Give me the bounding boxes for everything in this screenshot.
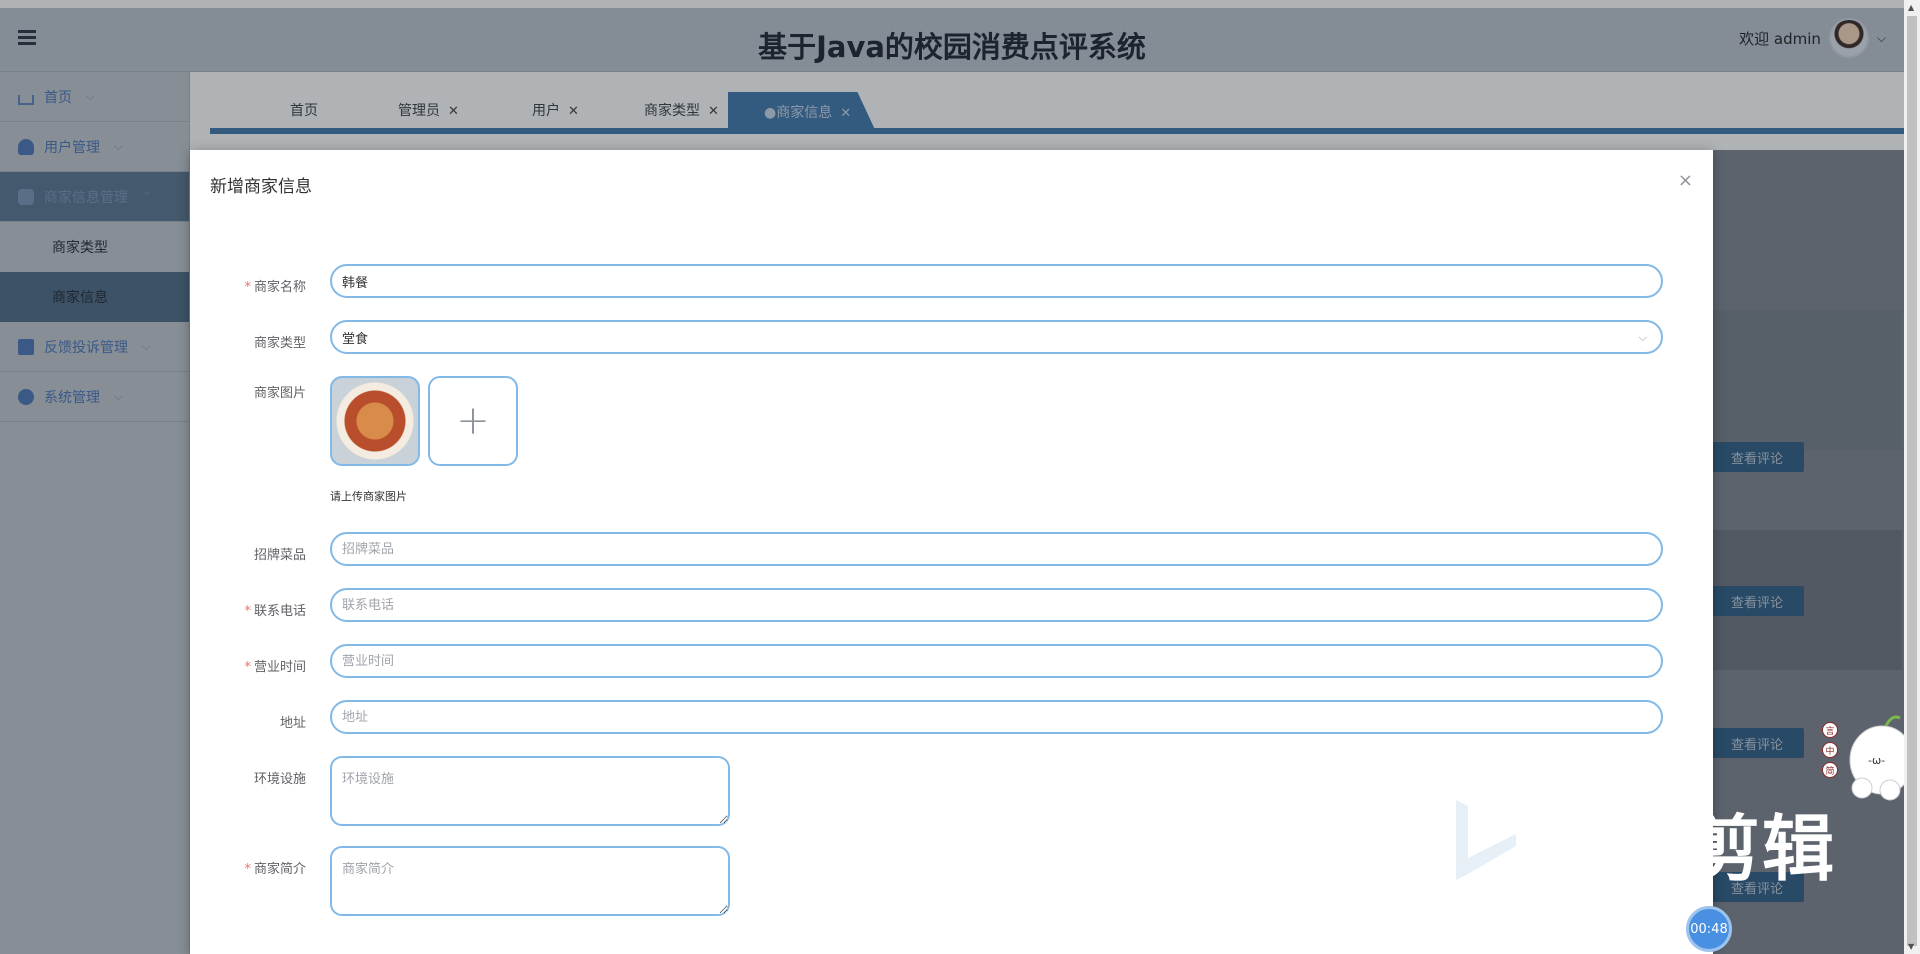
upload-hint: 请上传商家图片: [330, 490, 407, 503]
scroll-thumb[interactable]: [1907, 16, 1917, 946]
address-field[interactable]: [342, 709, 1651, 725]
business-hours-field[interactable]: [342, 653, 1651, 669]
merchant-name-field[interactable]: [342, 273, 1651, 289]
selected-value: 堂食: [342, 331, 369, 347]
page-scrollbar[interactable]: ▲ ▼: [1904, 0, 1920, 954]
field-label: 环境设施: [253, 772, 306, 787]
field-label: 地址: [279, 716, 306, 731]
dialog-title: 新增商家信息: [210, 177, 312, 197]
upload-add-button[interactable]: +: [428, 376, 518, 466]
phone-input[interactable]: [330, 588, 1663, 622]
field-label: 商家图片: [253, 386, 306, 401]
chevron-down-icon: ⌵: [1638, 331, 1647, 344]
floating-tools[interactable]: 言 中 简: [1822, 722, 1838, 778]
field-label: * 营业时间: [244, 660, 306, 675]
field-label: * 联系电话: [244, 604, 306, 619]
field-label: 商家类型: [253, 336, 306, 351]
recording-timer[interactable]: 00:48: [1686, 906, 1732, 952]
business-hours-input[interactable]: [330, 644, 1663, 678]
signature-dish-field[interactable]: [342, 541, 1651, 557]
merchant-name-input[interactable]: [330, 264, 1663, 298]
facilities-textarea[interactable]: [330, 756, 730, 826]
tool-button[interactable]: 中: [1822, 742, 1838, 758]
signature-dish-input[interactable]: [330, 532, 1663, 566]
svg-text:-ω-: -ω-: [1868, 754, 1885, 767]
intro-textarea[interactable]: [330, 846, 730, 916]
watermark-text: 剪辑: [1688, 807, 1837, 891]
field-label: * 商家简介: [244, 862, 306, 877]
phone-field[interactable]: [342, 597, 1651, 613]
close-icon[interactable]: ×: [1678, 170, 1693, 191]
field-label: * 商家名称: [244, 280, 306, 295]
tool-button[interactable]: 简: [1822, 762, 1838, 778]
uploaded-image-thumbnail[interactable]: [330, 376, 420, 466]
merchant-type-select[interactable]: 堂食 ⌵: [330, 320, 1663, 354]
address-input[interactable]: [330, 700, 1663, 734]
scroll-down-icon[interactable]: ▼: [1908, 942, 1914, 951]
field-label: 招牌菜品: [253, 548, 306, 563]
watermark-logo-icon: [1456, 800, 1516, 880]
tool-button[interactable]: 言: [1822, 722, 1838, 738]
scroll-up-icon[interactable]: ▲: [1908, 3, 1914, 12]
